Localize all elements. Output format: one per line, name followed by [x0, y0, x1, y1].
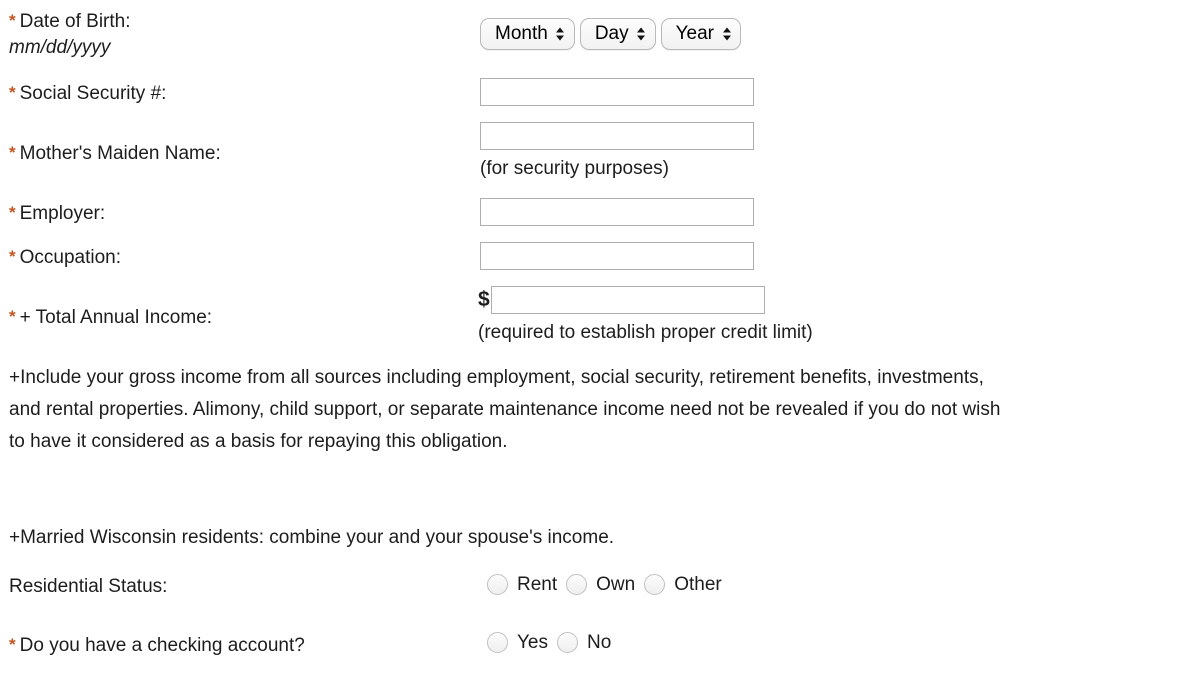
label-total-annual-income: * + Total Annual Income:	[9, 304, 212, 330]
currency-symbol: $	[478, 288, 490, 311]
radio-option-own[interactable]: Own	[566, 572, 644, 597]
radio-label-other: Other	[674, 574, 722, 595]
mothers-maiden-name-input[interactable]	[480, 122, 754, 150]
income-footnote: +Include your gross income from all sour…	[9, 367, 1001, 452]
residential-status-radio-group: Rent Own Other	[487, 572, 731, 597]
required-marker-date-of-birth: *	[9, 11, 16, 30]
date-format-hint: mm/dd/yyyy	[9, 37, 111, 58]
radio-label-own: Own	[596, 574, 636, 595]
total-annual-income-money-wrap: $	[478, 286, 765, 314]
wisconsin-footnote: +Married Wisconsin residents: combine yo…	[9, 527, 615, 548]
label-social-security: * Social Security #:	[9, 80, 166, 106]
radio-option-no[interactable]: No	[557, 630, 620, 655]
label-text-occupation: Occupation:	[19, 247, 122, 268]
social-security-input[interactable]	[480, 78, 754, 106]
credit-application-form: *Date of Birth: mm/dd/yyyy Month Month01…	[0, 0, 1188, 684]
label-mothers-maiden-name: * Mother's Maiden Name:	[9, 140, 221, 166]
total-annual-income-input[interactable]	[490, 286, 765, 314]
radio-label-yes: Yes	[517, 632, 548, 653]
year-select[interactable]: Year Year20242023202220212020	[660, 18, 741, 50]
required-marker-total-annual-income: *	[9, 307, 16, 326]
label-text-total-annual-income: + Total Annual Income:	[19, 307, 213, 328]
date-of-birth-select-group: Month Month010203040506070809101112 Day …	[480, 18, 741, 50]
label-residential-status: Residential Status:	[9, 574, 167, 599]
label-text-mothers-maiden-name: Mother's Maiden Name:	[19, 143, 221, 164]
label-text-residential-status: Residential Status:	[9, 576, 168, 597]
radio-label-no: No	[587, 632, 612, 653]
label-text-social-security: Social Security #:	[19, 83, 167, 104]
radio-option-rent[interactable]: Rent	[487, 572, 566, 597]
radio-dot-icon[interactable]	[487, 574, 508, 595]
helper-total-annual-income: (required to establish proper credit lim…	[478, 322, 813, 343]
radio-option-yes[interactable]: Yes	[487, 630, 557, 655]
radio-dot-icon[interactable]	[487, 632, 508, 653]
label-checking-account: * Do you have a checking account?	[9, 632, 305, 658]
helper-mothers-maiden-name: (for security purposes)	[480, 158, 670, 179]
required-marker-social-security: *	[9, 83, 16, 102]
month-select[interactable]: Month Month010203040506070809101112	[480, 18, 575, 50]
radio-dot-icon[interactable]	[566, 574, 588, 595]
radio-option-other[interactable]: Other	[644, 572, 731, 597]
required-marker-employer: *	[9, 203, 16, 222]
checking-account-radio-group: Yes No	[487, 630, 620, 655]
label-text-checking-account: Do you have a checking account?	[19, 635, 305, 656]
label-date-of-birth: * Date of Birth:	[9, 8, 131, 34]
employer-input[interactable]	[480, 198, 754, 226]
label-text-date-of-birth: Date of Birth:	[19, 11, 131, 32]
label-employer: * Employer:	[9, 200, 105, 226]
label-text-employer: Employer:	[19, 203, 106, 224]
day-select[interactable]: Day Day0102030405	[579, 18, 656, 50]
label-occupation: * Occupation:	[9, 244, 121, 270]
required-marker-mothers-maiden-name: *	[9, 143, 16, 162]
required-marker-checking-account: *	[9, 635, 16, 654]
occupation-input[interactable]	[480, 242, 754, 270]
radio-label-rent: Rent	[517, 574, 558, 595]
required-marker-occupation: *	[9, 247, 16, 266]
radio-dot-icon[interactable]	[644, 574, 666, 595]
radio-dot-icon[interactable]	[557, 632, 578, 653]
